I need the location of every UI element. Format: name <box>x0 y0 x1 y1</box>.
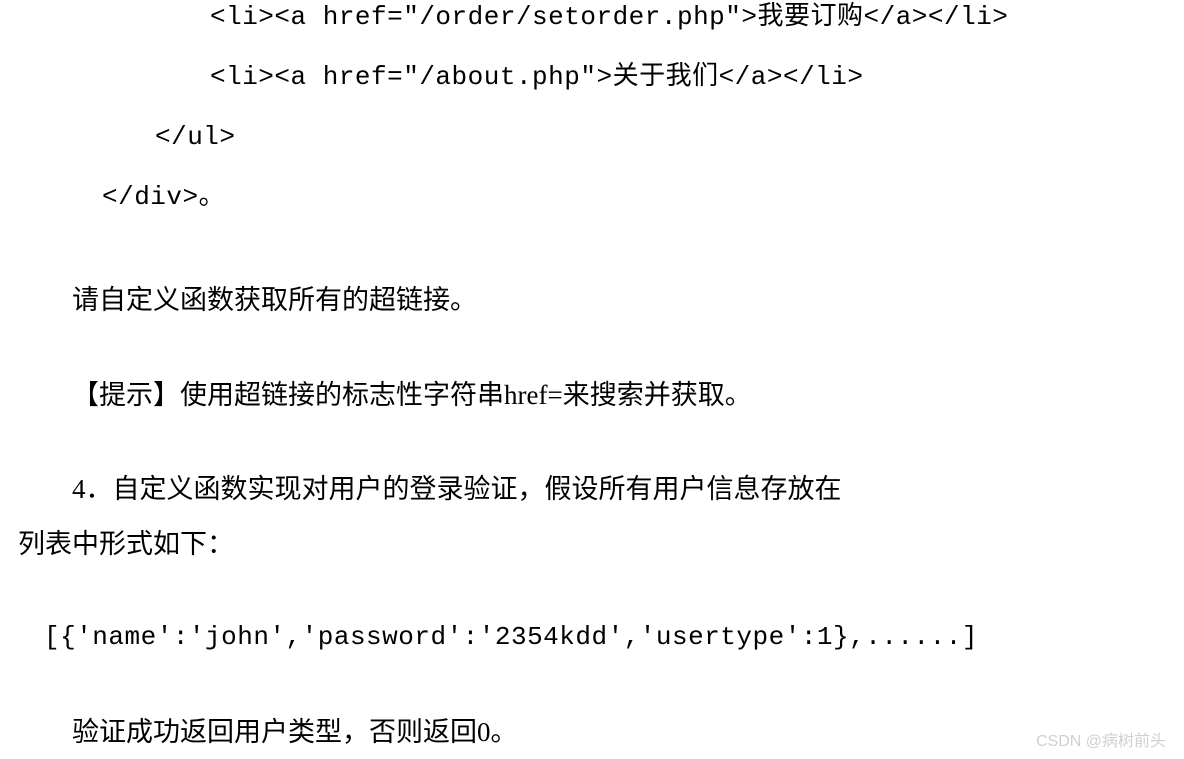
paragraph-question-4a: 4．自定义函数实现对用户的登录验证，假设所有用户信息存放在 <box>0 415 1184 510</box>
code-line: </div>。 <box>0 150 1184 210</box>
code-line: </ul> <box>0 90 1184 150</box>
watermark: CSDN @病树前头 <box>1036 727 1166 751</box>
code-line: <li><a href="/order/setorder.php">我要订购</… <box>0 0 1184 30</box>
code-line: <li><a href="/about.php">关于我们</a></li> <box>0 30 1184 90</box>
code-line: [{'name':'john','password':'2354kdd','us… <box>0 564 1184 652</box>
document-content: <li><a href="/order/setorder.php">我要订购</… <box>0 0 1184 753</box>
paragraph-question-4b: 列表中形式如下： <box>0 510 1184 565</box>
paragraph-instruction: 请自定义函数获取所有的超链接。 <box>0 210 1184 321</box>
paragraph-result: 验证成功返回用户类型，否则返回0。 <box>0 652 1184 753</box>
paragraph-hint: 【提示】使用超链接的标志性字符串href=来搜索并获取。 <box>0 321 1184 416</box>
